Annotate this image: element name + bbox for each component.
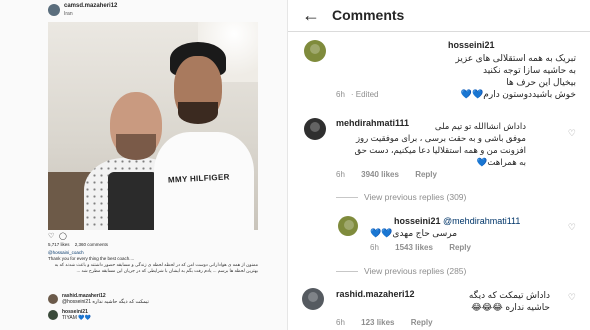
post-location[interactable]: Iran (64, 11, 73, 17)
comment-time: 6h (336, 318, 345, 327)
comment-line: موفق باشی و به حقت برسی ، برای موفقیت رو… (355, 133, 526, 143)
comment-text: داداش تیمکت که دیگه حاشیه نداره 😂😂😂 (440, 289, 550, 313)
post-avatar[interactable] (48, 4, 60, 16)
comments-screen: ← Comments hosseini21 تبریک به همه استقل… (288, 0, 590, 330)
comment-avatar[interactable] (304, 40, 326, 62)
reply-username: hosseini21 @mehdirahmati111 (394, 216, 520, 226)
post-caption: @hossaini_coach Thank you for every thin… (48, 250, 258, 274)
comments-count[interactable]: 2,360 comments (75, 242, 108, 247)
comment-line: حاشیه نداره 😂😂😂 (471, 302, 550, 312)
view-previous-replies[interactable]: View previous replies (309) (336, 192, 466, 202)
mini-comment-text: @hosseini21 تیمکت که دیگه حاشیه نداره (62, 299, 149, 305)
view-previous-label[interactable]: View previous replies (285) (364, 266, 466, 276)
page-title: Comments (332, 7, 405, 23)
person-left-jacket (108, 172, 158, 230)
comment-likes[interactable]: 3940 likes (361, 170, 399, 179)
comment-meta: 6h 123 likes Reply (336, 318, 447, 327)
comment-line: داداش انشاالله تو تیم ملی (434, 121, 526, 131)
reply-meta: 6h 1543 likes Reply (370, 243, 485, 252)
post-photo[interactable]: MMY HILFIGER (48, 22, 258, 230)
comment-avatar[interactable] (302, 288, 324, 310)
comment-line: تبریک به همه استقلالی های عزیز (455, 53, 576, 63)
reply-button[interactable]: Reply (449, 243, 471, 252)
mini-comment: hosseini21 TIYAM 💙💙 (48, 308, 258, 322)
reply-button[interactable]: Reply (415, 170, 437, 179)
reply-text: مرسی حاج مهدی💙💙 (370, 228, 458, 238)
mini-comment-avatar[interactable] (48, 310, 58, 320)
reply-user[interactable]: hosseini21 (394, 216, 441, 226)
comment-time: 6h (336, 90, 345, 99)
reply-likes[interactable]: 1543 likes (395, 243, 433, 252)
view-previous-replies[interactable]: View previous replies (285) (336, 266, 466, 276)
like-heart-icon[interactable]: ♡ (48, 232, 54, 240)
mini-comment-avatar[interactable] (48, 294, 58, 304)
comment-time: 6h (336, 170, 345, 179)
comment-meta: 6h · Edited (336, 90, 392, 99)
comment-likes[interactable]: 123 likes (361, 318, 394, 327)
post-actions: ♡ ◯ (48, 232, 258, 242)
comment-like-heart-icon[interactable]: ♡ (568, 292, 576, 303)
comment-edited: · Edited (350, 90, 379, 99)
person-right-beard (178, 102, 218, 124)
mini-comment-text: TIYAM 💙💙 (62, 315, 91, 321)
reply-mention[interactable]: @mehdirahmati111 (443, 216, 520, 226)
reply-avatar[interactable] (338, 216, 358, 236)
comment-username[interactable]: rashid.mazaheri12 (336, 289, 415, 299)
comment-username[interactable]: hosseini21 (448, 40, 495, 50)
caption-persian: ممنون از همه ی هوادارانی دوست امن که در … (54, 262, 258, 273)
post-stats: 5,717 likes 2,360 comments (48, 242, 112, 247)
reply-button[interactable]: Reply (411, 318, 433, 327)
comment-line: بیخیال این حرف ها (506, 77, 576, 87)
post-header: camsd.mazaheri12 Iran (48, 2, 258, 22)
comment-icon[interactable]: ◯ (59, 232, 67, 240)
comment-text: داداش انشاالله تو تیم ملی موفق باشی و به… (326, 120, 526, 168)
comment-like-heart-icon[interactable]: ♡ (568, 128, 576, 139)
comment-meta: 6h 3940 likes Reply (336, 170, 451, 179)
divider-line (336, 197, 358, 199)
likes-count[interactable]: 5,717 likes (48, 242, 70, 247)
reply-like-heart-icon[interactable]: ♡ (568, 222, 576, 233)
view-previous-label[interactable]: View previous replies (309) (364, 192, 466, 202)
comments-topbar: ← Comments (288, 0, 590, 32)
instagram-post-panel: camsd.mazaheri12 Iran MMY HILFIGER ♡ ◯ 5… (0, 0, 288, 330)
comment-line: به حاشیه سازا توجه نکنید (482, 65, 576, 75)
reply-time: 6h (370, 243, 379, 252)
comment-line: افزونت من و همه استقلالیا دعا میکنیم، دس… (354, 145, 526, 155)
back-arrow-icon[interactable]: ← (302, 5, 320, 26)
comment-avatar[interactable] (304, 118, 326, 140)
comment-line: به همراهت💙 (476, 157, 526, 167)
mini-comment: rashid.mazaheri12 @hosseini21 تیمکت که د… (48, 292, 258, 306)
post-username[interactable]: camsd.mazaheri12 (64, 3, 117, 9)
comment-line: داداش تیمکت که دیگه (468, 290, 550, 300)
person-left-beard (116, 134, 156, 160)
divider-line (336, 271, 358, 273)
